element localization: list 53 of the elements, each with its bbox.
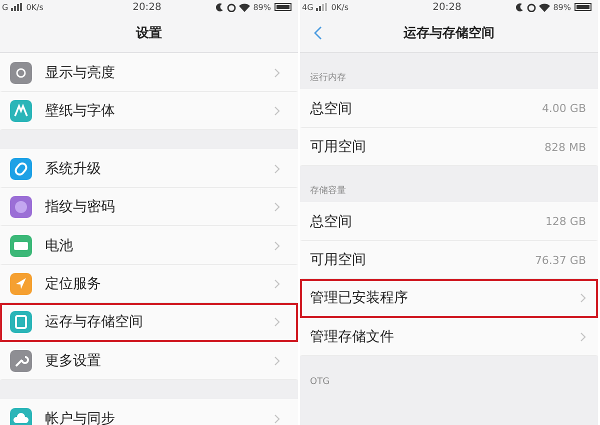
row-value: 828 MB (544, 140, 586, 154)
row-label: 总空间 (310, 212, 353, 231)
settings-item[interactable]: 运存与存储空间 (0, 303, 298, 342)
row-label: 可用空间 (310, 251, 367, 270)
chevron-icon (274, 240, 280, 251)
settings-item[interactable]: 壁纸与字体 (0, 92, 298, 130)
chevron-icon (274, 68, 280, 78)
wifi-icon (239, 2, 250, 12)
section-header: 运行内存 (310, 72, 346, 84)
row-value: 4.00 GB (542, 102, 586, 116)
battery-icon (10, 234, 32, 257)
moon-icon (516, 2, 524, 12)
battery-percent: 89% (253, 2, 271, 12)
row-label: 总空间 (310, 100, 353, 118)
alarm-icon (227, 2, 236, 12)
speed-label: 0K/s (26, 2, 44, 12)
row-value: 76.37 GB (534, 254, 586, 267)
signal-icon (316, 3, 328, 11)
section-header: OTG (310, 377, 330, 387)
speed-label: 0K/s (331, 2, 348, 12)
screen-title: 设置 (136, 25, 162, 42)
battery-percent: 89% (553, 2, 571, 12)
row-label: 可用空间 (310, 138, 367, 156)
chevron-icon (274, 202, 280, 212)
chevron-icon (274, 317, 280, 328)
battery-icon (574, 3, 592, 11)
clock: 20:28 (432, 2, 462, 12)
storage-link-item[interactable]: 管理存储文件 (300, 318, 598, 356)
settings-item[interactable]: 定位服务 (0, 264, 298, 303)
chevron-icon (274, 414, 280, 424)
network-label: G (2, 2, 8, 12)
chevron-icon (274, 106, 280, 116)
clock: 20:28 (132, 2, 162, 12)
chevron-icon (274, 164, 280, 174)
network-label: 4G (302, 2, 314, 12)
settings-item[interactable]: 更多设置 (0, 342, 298, 380)
screen-title: 运存与存储空间 (404, 24, 494, 42)
chevron-icon (274, 356, 280, 366)
chevron-icon (580, 332, 586, 342)
alarm-icon (527, 2, 536, 12)
moon-icon (216, 2, 224, 12)
settings-item[interactable]: 指纹与密码 (0, 188, 298, 226)
row-value: 128 GB (545, 215, 586, 228)
wifi-icon (539, 2, 550, 12)
letters-icon (10, 100, 32, 122)
signal-icon (11, 3, 24, 11)
storage-link-item[interactable]: 管理已安装程序 (300, 279, 598, 318)
chevron-icon (580, 293, 586, 304)
back-icon[interactable] (314, 26, 322, 40)
chevron-icon (274, 279, 280, 290)
cloud-icon (10, 408, 32, 425)
battery-icon (274, 3, 292, 11)
section-header: 存储容量 (310, 184, 346, 197)
